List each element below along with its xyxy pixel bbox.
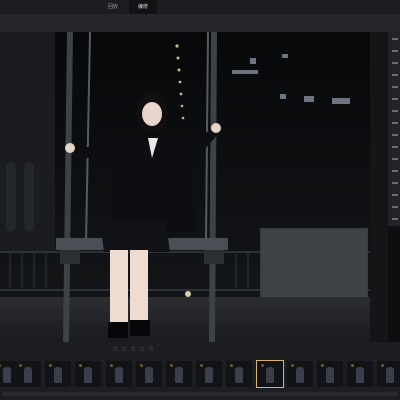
rating-stars[interactable]: ☆ ☆ ☆ ☆ ☆ (112, 346, 154, 356)
thumbnail[interactable] (317, 361, 343, 387)
thumbnail[interactable] (45, 361, 71, 387)
info-side-panel[interactable] (388, 32, 400, 226)
thumbnail-row (0, 360, 400, 388)
thumbnail[interactable] (347, 361, 373, 387)
star-icon[interactable]: ☆ (112, 346, 118, 353)
filmstrip-scrollbar[interactable] (2, 392, 398, 396)
thumbnail[interactable] (196, 361, 222, 387)
photo-viewer[interactable] (0, 32, 400, 342)
thumbnail-selected[interactable] (256, 360, 284, 388)
top-bar: 回收 编修 (0, 0, 400, 14)
star-icon[interactable]: ☆ (130, 346, 136, 353)
thumbnail[interactable] (136, 361, 162, 387)
tab-recycle[interactable]: 回收 (98, 0, 128, 14)
filmstrip: ☆ ☆ ☆ ☆ ☆ (0, 342, 400, 400)
thumbnail[interactable] (106, 361, 132, 387)
tab-edit[interactable]: 编修 (129, 0, 157, 14)
thumbnail[interactable] (75, 361, 101, 387)
star-icon[interactable]: ☆ (139, 346, 145, 353)
thumbnail[interactable] (287, 361, 313, 387)
thumbnail[interactable] (377, 361, 400, 387)
viewer-side-strip (370, 32, 388, 342)
star-icon[interactable]: ☆ (121, 346, 127, 353)
main-photo (0, 32, 370, 342)
thumbnail[interactable] (166, 361, 192, 387)
star-icon[interactable]: ☆ (148, 346, 154, 353)
thumbnail[interactable] (226, 361, 252, 387)
toolbar (0, 14, 400, 33)
thumbnail[interactable] (15, 361, 41, 387)
